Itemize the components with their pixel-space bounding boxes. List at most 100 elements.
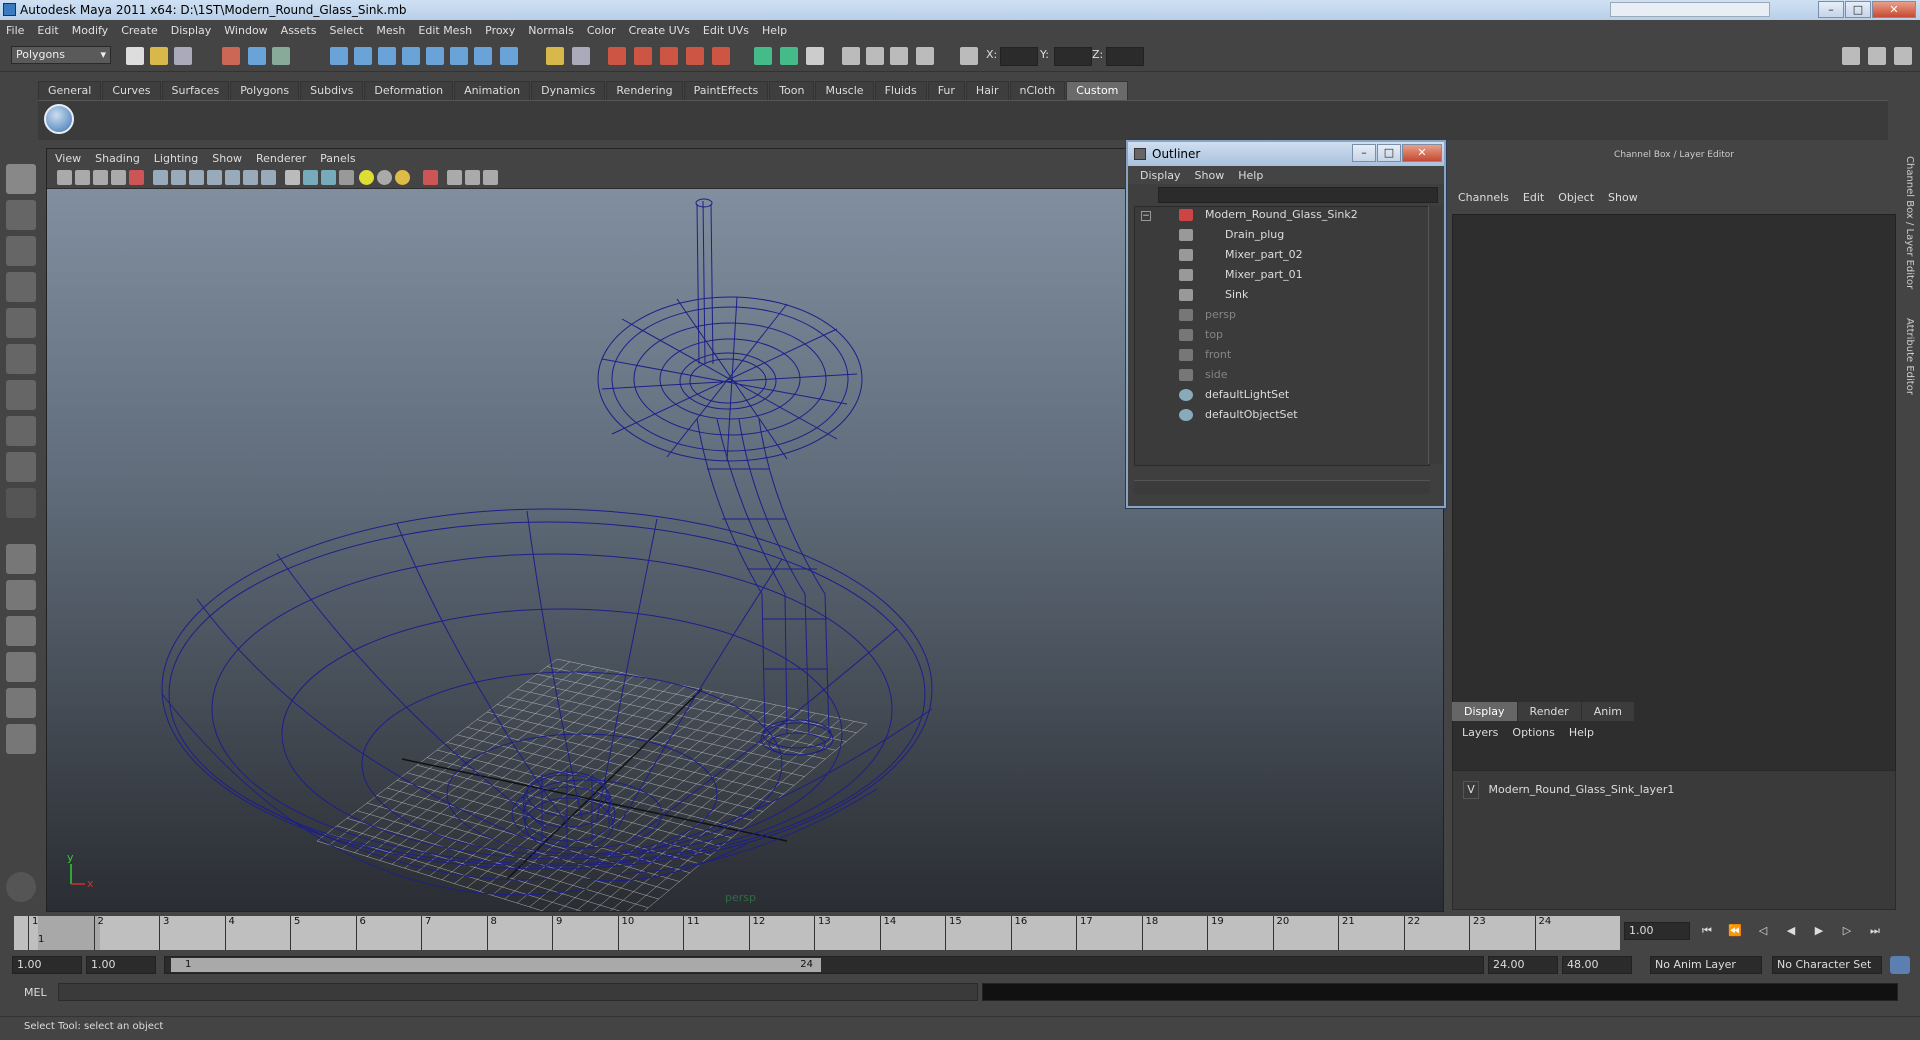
- viewport-menu-panels[interactable]: Panels: [320, 152, 355, 165]
- select-object-icon[interactable]: [248, 47, 266, 65]
- default-lighting-icon[interactable]: [359, 170, 374, 185]
- command-input[interactable]: [58, 983, 978, 1001]
- high-quality-icon[interactable]: [465, 170, 480, 185]
- outliner-item-front[interactable]: front: [1205, 347, 1231, 363]
- menu-set-select[interactable]: Polygons ▾: [11, 46, 111, 64]
- close-button[interactable]: ✕: [1872, 1, 1916, 18]
- shelf-tab-polygons[interactable]: Polygons: [230, 81, 300, 100]
- outliner-item-modern-round-glass-sink2[interactable]: Modern_Round_Glass_Sink2: [1205, 207, 1358, 223]
- transform-mode-icon[interactable]: [960, 47, 978, 65]
- help-icon[interactable]: [500, 47, 518, 65]
- minimize-button[interactable]: –: [1818, 1, 1844, 18]
- outliner-menu-show[interactable]: Show: [1195, 169, 1225, 182]
- magnet-icon[interactable]: [546, 47, 564, 65]
- channels-menu-show[interactable]: Show: [1608, 191, 1638, 204]
- menu-normals[interactable]: Normals: [528, 24, 574, 37]
- menu-edit-mesh[interactable]: Edit Mesh: [418, 24, 472, 37]
- outliner-item-persp[interactable]: persp: [1205, 307, 1236, 323]
- layout-graph-icon[interactable]: [6, 652, 36, 682]
- xray-icon[interactable]: [423, 170, 438, 185]
- gate-mask-icon[interactable]: [207, 170, 222, 185]
- shelf-tab-curves[interactable]: Curves: [102, 81, 161, 100]
- camera-attributes-icon[interactable]: [75, 170, 90, 185]
- select-hierarchy-icon[interactable]: [222, 47, 240, 65]
- lasso-tool-icon[interactable]: [6, 200, 36, 230]
- menu-file[interactable]: File: [6, 24, 24, 37]
- menu-display[interactable]: Display: [171, 24, 212, 37]
- graph-editor-icon[interactable]: [890, 47, 908, 65]
- command-language-label[interactable]: MEL: [24, 986, 47, 999]
- scale-tool-icon[interactable]: [6, 344, 36, 374]
- menu-modify[interactable]: Modify: [72, 24, 108, 37]
- maximize-button[interactable]: □: [1845, 1, 1871, 18]
- shelf-tab-dynamics[interactable]: Dynamics: [531, 81, 606, 100]
- playback-start-field[interactable]: 1.00: [86, 956, 156, 974]
- open-scene-icon[interactable]: [150, 47, 168, 65]
- select-tool-icon[interactable]: [6, 164, 36, 194]
- display-layer-row[interactable]: V Modern_Round_Glass_Sink_layer1: [1463, 781, 1674, 799]
- menu-color[interactable]: Color: [587, 24, 616, 37]
- time-slider-track[interactable]: 1 1 2 3 4 5 6 7 8 9 10 11 12 13 14 15 16 17 18 19 20 21 22 23 2…: [14, 916, 1620, 950]
- menu-help[interactable]: Help: [762, 24, 787, 37]
- anim-layer-select[interactable]: No Anim Layer: [1650, 956, 1762, 974]
- viewport-menu-renderer[interactable]: Renderer: [256, 152, 306, 165]
- x-input[interactable]: [1000, 47, 1038, 66]
- snap-plane-icon[interactable]: [402, 47, 420, 65]
- shelf-tab-subdivs[interactable]: Subdivs: [300, 81, 364, 100]
- panel-icon[interactable]: [806, 47, 824, 65]
- show-manipulator-icon[interactable]: [6, 452, 36, 482]
- layers-menu-help[interactable]: Help: [1569, 726, 1594, 739]
- shelf-tab-fluids[interactable]: Fluids: [874, 81, 927, 100]
- input-line-icon[interactable]: [754, 47, 772, 65]
- safe-action-icon[interactable]: [243, 170, 258, 185]
- save-scene-icon[interactable]: [174, 47, 192, 65]
- channels-menu-edit[interactable]: Edit: [1523, 191, 1544, 204]
- viewport-menu-lighting[interactable]: Lighting: [154, 152, 198, 165]
- playback-end-field[interactable]: 24.00: [1488, 956, 1558, 974]
- outliner-filter-input[interactable]: [1158, 187, 1438, 203]
- shelf-tab-general[interactable]: General: [38, 81, 102, 100]
- hypershade-icon[interactable]: [686, 47, 704, 65]
- animation-end-field[interactable]: 48.00: [1562, 956, 1632, 974]
- film-gate-icon[interactable]: [171, 170, 186, 185]
- show-attribute-editor-icon[interactable]: [1868, 47, 1886, 65]
- outliner-menu-display[interactable]: Display: [1140, 169, 1181, 182]
- outliner-minimize-button[interactable]: –: [1352, 144, 1376, 162]
- image-plane-icon[interactable]: [111, 170, 126, 185]
- shelf-tab-custom[interactable]: Custom: [1066, 81, 1129, 100]
- range-slider-thumb[interactable]: 1 24: [171, 958, 821, 972]
- outliner-item-mixer-part-02[interactable]: Mixer_part_02: [1225, 247, 1303, 263]
- paint-select-tool-icon[interactable]: [6, 236, 36, 266]
- channels-menu-object[interactable]: Object: [1558, 191, 1594, 204]
- menu-create[interactable]: Create: [121, 24, 158, 37]
- outliner-item-sink[interactable]: Sink: [1225, 287, 1248, 303]
- auto-key-icon[interactable]: [1890, 956, 1910, 974]
- current-frame-indicator[interactable]: [38, 916, 100, 950]
- menu-mesh[interactable]: Mesh: [376, 24, 405, 37]
- outliner-item-top[interactable]: top: [1205, 327, 1223, 343]
- hypergraph-icon[interactable]: [866, 47, 884, 65]
- step-forward-frame-icon[interactable]: ▷: [1840, 925, 1854, 937]
- menu-edit-uvs[interactable]: Edit UVs: [703, 24, 749, 37]
- current-time-field[interactable]: 1.00: [1624, 922, 1690, 940]
- layer-tab-render[interactable]: Render: [1517, 702, 1581, 721]
- go-to-end-icon[interactable]: ⏭: [1868, 925, 1882, 937]
- show-channel-box-icon[interactable]: [1842, 47, 1860, 65]
- layout-four-icon[interactable]: [6, 580, 36, 610]
- ipr-render-icon[interactable]: [634, 47, 652, 65]
- select-component-icon[interactable]: [272, 47, 290, 65]
- viewport-menu-view[interactable]: View: [55, 152, 81, 165]
- side-tab-channel-box[interactable]: Channel Box / Layer Editor: [1904, 156, 1915, 289]
- layers-menu-layers[interactable]: Layers: [1462, 726, 1498, 739]
- isolate-select-icon[interactable]: [447, 170, 462, 185]
- shadows-icon[interactable]: [395, 170, 410, 185]
- menu-select[interactable]: Select: [329, 24, 363, 37]
- menu-window[interactable]: Window: [224, 24, 267, 37]
- range-slider-track[interactable]: 1 24: [164, 956, 1484, 974]
- outliner-vertical-scrollbar[interactable]: [1428, 206, 1442, 464]
- shelf-tab-fur[interactable]: Fur: [927, 81, 965, 100]
- camera-icon[interactable]: [842, 47, 860, 65]
- universal-manipulator-icon[interactable]: [6, 380, 36, 410]
- viewport-menu-shading[interactable]: Shading: [95, 152, 140, 165]
- field-chart-icon[interactable]: [225, 170, 240, 185]
